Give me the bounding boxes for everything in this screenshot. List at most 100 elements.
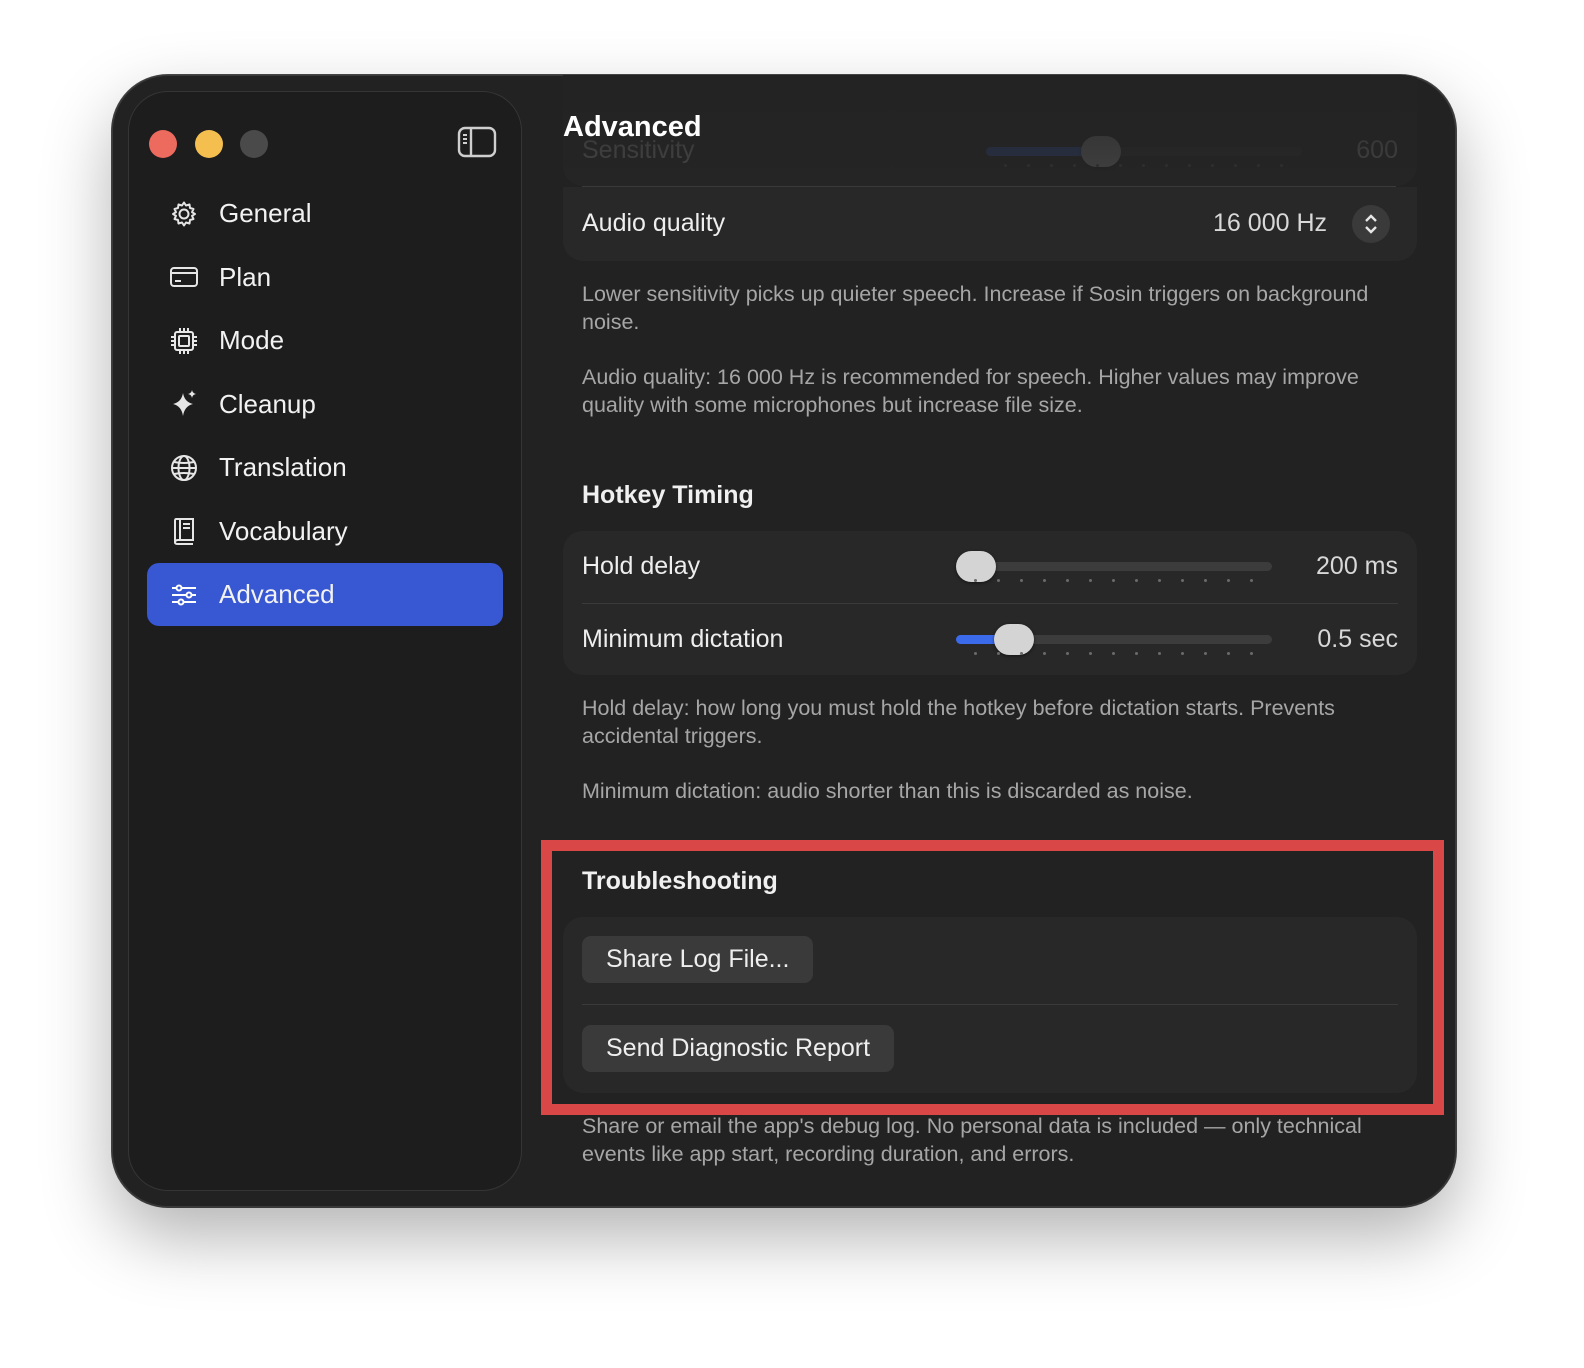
divider <box>582 603 1398 604</box>
slider-tick <box>1204 579 1207 582</box>
minimize-button[interactable] <box>195 130 223 158</box>
min-dictation-value: 0.5 sec <box>1317 625 1398 653</box>
cpu-chip-icon <box>169 326 199 356</box>
slider-ticks <box>956 652 1272 656</box>
slider-tick <box>1112 652 1115 655</box>
slider-tick <box>1119 164 1122 167</box>
audio-quality-row: Audio quality 16 000 Hz <box>563 187 1417 261</box>
send-diagnostic-report-button[interactable]: Send Diagnostic Report <box>582 1025 895 1072</box>
sensitivity-value: 600 <box>1356 136 1398 164</box>
min-dictation-slider[interactable] <box>956 624 1272 655</box>
sidebar-item-general[interactable]: General <box>147 182 503 245</box>
chevron-updown-icon <box>1365 214 1377 234</box>
hold-delay-value: 200 ms <box>1316 552 1398 580</box>
slider-tick <box>1073 164 1076 167</box>
slider-ticks <box>956 579 1272 583</box>
page-title: Advanced <box>563 111 702 143</box>
slider-tick <box>1004 164 1007 167</box>
slider-tick <box>1181 579 1184 582</box>
divider <box>582 1004 1398 1005</box>
book-icon <box>169 516 199 546</box>
troubleshooting-description: Share or email the app's debug log. No p… <box>582 1114 1362 1166</box>
slider-tick <box>1165 164 1168 167</box>
min-dictation-label: Minimum dictation <box>582 625 784 653</box>
slider-tick <box>1250 652 1253 655</box>
slider-tick <box>1135 579 1138 582</box>
sidebar-item-label: Translation <box>219 452 347 482</box>
slider-tick <box>1280 164 1283 167</box>
slider-tick <box>1066 652 1069 655</box>
audio-quality-label: Audio quality <box>582 209 726 237</box>
hotkey-description-1: Hold delay: how long you must hold the h… <box>582 696 1335 748</box>
slider-ticks <box>986 164 1302 168</box>
sidebar-item-cleanup[interactable]: Cleanup <box>147 373 503 436</box>
sidebar-item-label: Vocabulary <box>219 515 348 546</box>
slider-tick <box>1089 579 1092 582</box>
slider-tick <box>1020 652 1023 655</box>
sidebar-item-vocabulary[interactable]: Vocabulary <box>147 500 503 563</box>
zoom-button[interactable] <box>240 130 268 158</box>
slider-thumb[interactable] <box>1080 136 1121 167</box>
sidebar-item-label: Mode <box>219 325 285 355</box>
slider-tick <box>1188 164 1191 167</box>
slider-tick <box>1020 579 1023 582</box>
credit-card-icon <box>169 262 199 292</box>
globe-icon <box>169 453 199 483</box>
slider-tick <box>1043 579 1046 582</box>
close-button[interactable] <box>149 130 177 158</box>
main-content: Sensitivity 600 Advanced Audio quality 1… <box>542 75 1456 1207</box>
slider-thumb[interactable] <box>956 551 996 582</box>
hold-delay-label: Hold delay <box>582 552 701 580</box>
audio-description-1: Lower sensitivity picks up quieter speec… <box>582 282 1369 334</box>
audio-quality-value: 16 000 Hz <box>1213 209 1327 237</box>
gear-icon <box>169 199 199 229</box>
sidebar-item-label: Advanced <box>219 579 335 609</box>
slider-tick <box>1050 164 1053 167</box>
hotkey-timing-card: Hold delay 200 ms Minimum dictation 0.5 … <box>563 531 1417 675</box>
hold-delay-slider[interactable] <box>956 551 1272 582</box>
hotkey-description-2: Minimum dictation: audio shorter than th… <box>582 779 1193 803</box>
slider-tick <box>1158 579 1161 582</box>
sidebar-toggle-icon[interactable] <box>457 126 497 158</box>
sidebar-item-plan[interactable]: Plan <box>147 246 503 309</box>
slider-tick <box>1142 164 1145 167</box>
sidebar-item-translation[interactable]: Translation <box>147 436 503 499</box>
slider-tick <box>997 579 1000 582</box>
settings-window: General Plan Mode Cleanup Translation Vo… <box>112 75 1456 1207</box>
slider-tick <box>1181 652 1184 655</box>
slider-tick <box>1227 579 1230 582</box>
sparkles-icon <box>169 389 199 419</box>
slider-tick <box>974 652 977 655</box>
sensitivity-slider[interactable] <box>986 136 1302 167</box>
slider-tick <box>1066 579 1069 582</box>
troubleshooting-card: Share Log File... Send Diagnostic Report <box>563 917 1417 1093</box>
slider-tick <box>1089 652 1092 655</box>
slider-tick <box>997 652 1000 655</box>
sidebar-item-label: Plan <box>219 261 272 292</box>
audio-quality-stepper[interactable] <box>1352 205 1390 243</box>
hotkey-timing-title: Hotkey Timing <box>582 481 754 509</box>
sidebar: General Plan Mode Cleanup Translation Vo… <box>128 91 522 1191</box>
sidebar-item-label: General <box>219 198 312 228</box>
sidebar-item-label: Cleanup <box>219 388 316 419</box>
slider-tick <box>1211 164 1214 167</box>
sidebar-nav: General Plan Mode Cleanup Translation Vo… <box>147 182 503 627</box>
slider-tick <box>1227 652 1230 655</box>
slider-tick <box>1135 652 1138 655</box>
slider-tick <box>974 579 977 582</box>
slider-tick <box>1234 164 1237 167</box>
slider-tick <box>1158 652 1161 655</box>
sidebar-item-advanced[interactable]: Advanced <box>147 563 503 626</box>
slider-tick <box>1043 652 1046 655</box>
troubleshooting-title: Troubleshooting <box>582 867 778 895</box>
slider-tick <box>1250 579 1253 582</box>
slider-thumb[interactable] <box>993 624 1034 655</box>
slider-tick <box>1112 579 1115 582</box>
audio-description-2: Audio quality: 16 000 Hz is recommended … <box>582 365 1359 417</box>
slider-tick <box>1027 164 1030 167</box>
slider-tick <box>1096 164 1099 167</box>
share-log-button[interactable]: Share Log File... <box>582 936 814 983</box>
slider-tick <box>1204 652 1207 655</box>
slider-tick <box>1257 164 1260 167</box>
sidebar-item-mode[interactable]: Mode <box>147 309 503 372</box>
